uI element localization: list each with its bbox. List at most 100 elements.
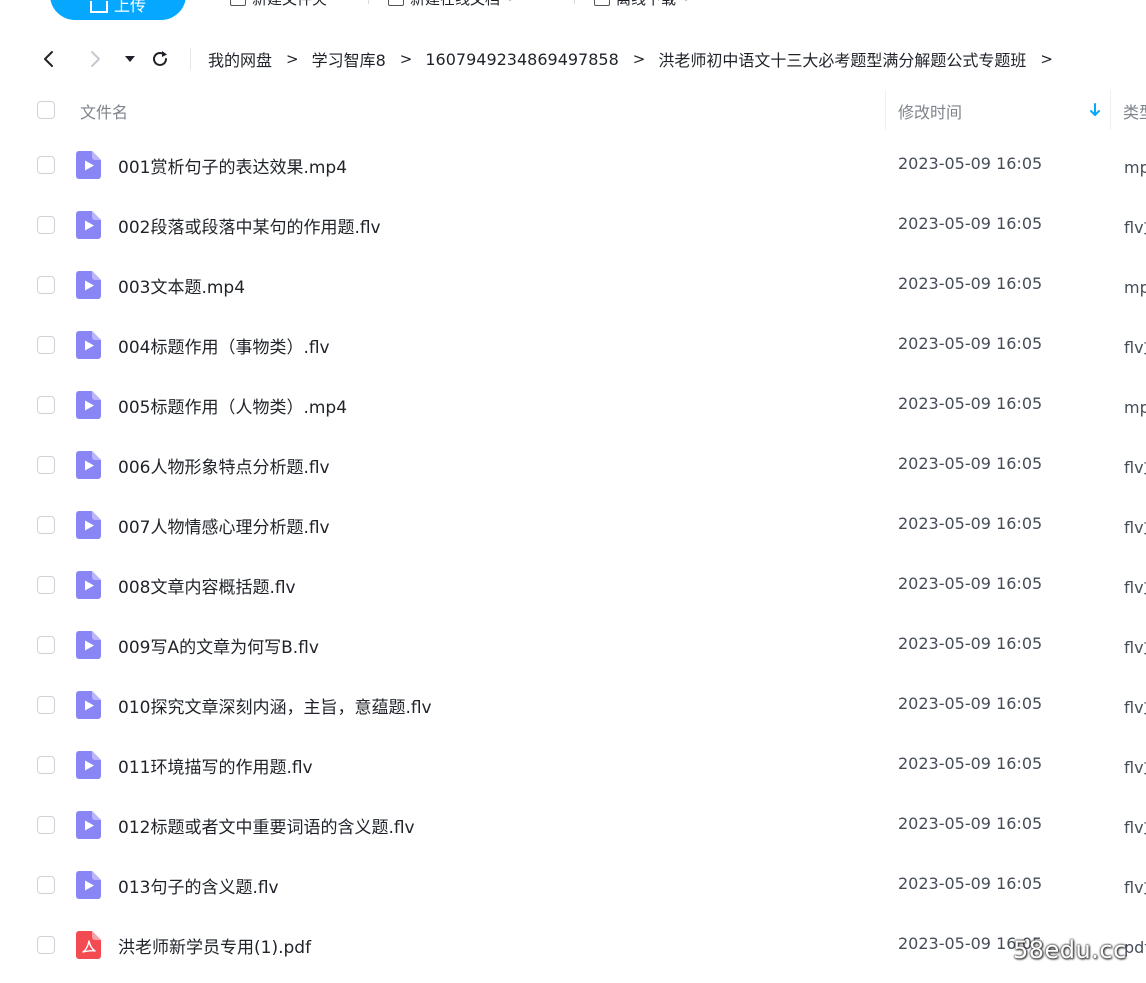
- column-divider: [885, 90, 886, 130]
- file-modified-time: 2023-05-09 16:05: [898, 214, 1043, 233]
- toolbar-divider: [574, 0, 575, 4]
- pdf-file-icon: [76, 931, 101, 959]
- file-name[interactable]: 010探究文章深刻内涵，主旨，意蕴题.flv: [118, 693, 432, 718]
- row-checkbox[interactable]: [37, 876, 55, 894]
- toolbar: 上传 新建文件夹 新建在线文档 离线下载: [0, 0, 1146, 30]
- row-checkbox[interactable]: [37, 696, 55, 714]
- file-row[interactable]: 001赏析句子的表达效果.mp4 2023-05-09 16:05 mp4文件: [0, 135, 1146, 195]
- upload-icon: [89, 1, 108, 13]
- column-header-modified[interactable]: 修改时间: [898, 99, 962, 123]
- offline-download-button[interactable]: 离线下载: [594, 0, 691, 10]
- row-checkbox[interactable]: [37, 276, 55, 294]
- new-online-doc-button[interactable]: 新建在线文档: [388, 0, 515, 10]
- file-modified-time: 2023-05-09 16:05: [898, 694, 1043, 713]
- file-name[interactable]: 004标题作用（事物类）.flv: [118, 333, 330, 358]
- row-checkbox[interactable]: [37, 456, 55, 474]
- history-dropdown-button[interactable]: [117, 46, 143, 72]
- sort-down-icon[interactable]: [1088, 102, 1102, 118]
- upload-button[interactable]: 上传: [50, 0, 186, 20]
- file-modified-time: 2023-05-09 16:05: [898, 454, 1043, 473]
- video-file-icon: [76, 631, 101, 659]
- file-type: pdf文件: [1124, 938, 1146, 957]
- file-name[interactable]: 001赏析句子的表达效果.mp4: [118, 153, 347, 178]
- folder-add-icon: [230, 0, 246, 6]
- file-row[interactable]: 洪老师新学员专用(1).pdf2023-05-09 16:05pdf文件: [0, 915, 1146, 975]
- file-row[interactable]: 003文本题.mp4 2023-05-09 16:05 mp4文件: [0, 255, 1146, 315]
- back-button[interactable]: [36, 46, 62, 72]
- row-checkbox[interactable]: [37, 636, 55, 654]
- file-type: flv文件: [1124, 338, 1146, 357]
- video-file-icon: [76, 811, 101, 839]
- row-checkbox[interactable]: [37, 216, 55, 234]
- file-type: mp4文件: [1124, 398, 1146, 417]
- file-name[interactable]: 009写A的文章为何写B.flv: [118, 633, 319, 658]
- file-row[interactable]: 013句子的含义题.flv 2023-05-09 16:05 flv文件: [0, 855, 1146, 915]
- file-name[interactable]: 006人物形象特点分析题.flv: [118, 453, 330, 478]
- file-modified-time: 2023-05-09 16:05: [898, 154, 1043, 173]
- file-modified-time: 2023-05-09 16:05: [898, 814, 1043, 833]
- file-row[interactable]: 004标题作用（事物类）.flv 2023-05-09 16:05 flv文件: [0, 315, 1146, 375]
- file-type: flv文件: [1124, 638, 1146, 657]
- row-checkbox[interactable]: [37, 756, 55, 774]
- watermark: 58edu.cc: [1013, 936, 1127, 964]
- column-header-name[interactable]: 文件名: [80, 99, 128, 123]
- video-file-icon: [76, 871, 101, 899]
- file-name[interactable]: 003文本题.mp4: [118, 273, 245, 298]
- file-type: flv文件: [1124, 218, 1146, 237]
- row-checkbox[interactable]: [37, 156, 55, 174]
- row-checkbox[interactable]: [37, 516, 55, 534]
- file-modified-time: 2023-05-09 16:05: [898, 394, 1043, 413]
- file-name[interactable]: 洪老师新学员专用(1).pdf: [118, 933, 311, 958]
- video-file-icon: [76, 271, 101, 299]
- forward-button[interactable]: [82, 46, 108, 72]
- file-modified-time: 2023-05-09 16:05: [898, 514, 1043, 533]
- file-name[interactable]: 013句子的含义题.flv: [118, 873, 279, 898]
- file-row[interactable]: 011环境描写的作用题.flv 2023-05-09 16:05 flv文件: [0, 735, 1146, 795]
- file-name[interactable]: 008文章内容概括题.flv: [118, 573, 296, 598]
- file-name[interactable]: 012标题或者文中重要词语的含义题.flv: [118, 813, 415, 838]
- file-name[interactable]: 007人物情感心理分析题.flv: [118, 513, 330, 538]
- breadcrumb-item-current[interactable]: 洪老师初中语文十三大必考题型满分解题公式专题班: [658, 47, 1026, 71]
- upload-label: 上传: [113, 0, 146, 15]
- refresh-button[interactable]: [147, 46, 173, 72]
- new-online-doc-label: 新建在线文档: [410, 0, 500, 9]
- file-type: mp4文件: [1124, 158, 1146, 177]
- file-row[interactable]: 006人物形象特点分析题.flv 2023-05-09 16:05 flv文件: [0, 435, 1146, 495]
- row-checkbox[interactable]: [37, 396, 55, 414]
- breadcrumb-separator: >: [1040, 50, 1053, 68]
- video-file-icon: [76, 331, 101, 359]
- file-type: flv文件: [1124, 578, 1146, 597]
- caret-down-icon: [125, 56, 135, 62]
- file-modified-time: 2023-05-09 16:05: [898, 874, 1043, 893]
- file-modified-time: 2023-05-09 16:05: [898, 634, 1043, 653]
- breadcrumb-item-my-drive[interactable]: 我的网盘: [208, 47, 272, 71]
- chevron-down-icon: [506, 0, 515, 1]
- file-type: flv文件: [1124, 698, 1146, 717]
- select-all-checkbox[interactable]: [37, 101, 55, 119]
- new-folder-button[interactable]: 新建文件夹: [230, 0, 327, 10]
- file-row[interactable]: 008文章内容概括题.flv 2023-05-09 16:05 flv文件: [0, 555, 1146, 615]
- file-row[interactable]: 012标题或者文中重要词语的含义题.flv 2023-05-09 16:05 flv…: [0, 795, 1146, 855]
- file-row[interactable]: 005标题作用（人物类）.mp4 2023-05-09 16:05 mp4文件: [0, 375, 1146, 435]
- file-row[interactable]: 009写A的文章为何写B.flv 2023-05-09 16:05 flv文件: [0, 615, 1146, 675]
- file-modified-time: 2023-05-09 16:05: [898, 334, 1043, 353]
- breadcrumb-item-library[interactable]: 学习智库8: [312, 47, 386, 71]
- file-name[interactable]: 011环境描写的作用题.flv: [118, 753, 313, 778]
- column-header-type[interactable]: 类型: [1123, 99, 1146, 123]
- row-checkbox[interactable]: [37, 816, 55, 834]
- file-row[interactable]: 007人物情感心理分析题.flv 2023-05-09 16:05 flv文件: [0, 495, 1146, 555]
- file-row[interactable]: 002段落或段落中某句的作用题.flv 2023-05-09 16:05 flv文件: [0, 195, 1146, 255]
- nav-divider: [190, 48, 191, 70]
- video-file-icon: [76, 571, 101, 599]
- file-name[interactable]: 002段落或段落中某句的作用题.flv: [118, 213, 381, 238]
- row-checkbox[interactable]: [37, 936, 55, 954]
- file-row[interactable]: 010探究文章深刻内涵，主旨，意蕴题.flv 2023-05-09 16:05 fl…: [0, 675, 1146, 735]
- breadcrumb-separator: >: [632, 50, 646, 68]
- breadcrumb-item-folder-id[interactable]: 1607949234869497858: [425, 50, 618, 69]
- file-type: flv文件: [1124, 818, 1146, 837]
- row-checkbox[interactable]: [37, 336, 55, 354]
- row-checkbox[interactable]: [37, 576, 55, 594]
- file-name[interactable]: 005标题作用（人物类）.mp4: [118, 393, 347, 418]
- video-file-icon: [76, 151, 101, 179]
- video-file-icon: [76, 751, 101, 779]
